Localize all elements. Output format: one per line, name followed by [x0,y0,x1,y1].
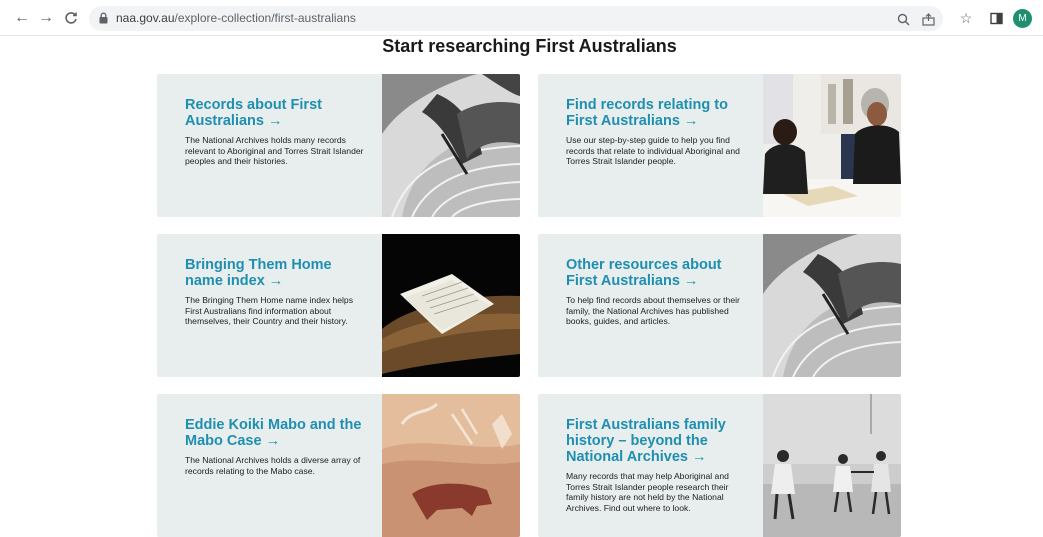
hand-painting-photo [763,234,901,377]
card-title[interactable]: Bringing Them Home name index → [185,257,365,289]
card-eddie-mabo[interactable]: Eddie Koiki Mabo and the Mabo Case → The… [157,394,520,537]
document-on-wooden-dish-photo [382,234,520,377]
star-icon[interactable]: ☆ [958,10,974,26]
hand-painting-photo [382,74,520,217]
card-other-resources[interactable]: Other resources about First Australians … [538,234,901,377]
card-title[interactable]: Other resources about First Australians … [566,257,746,289]
card-title[interactable]: Find records relating to First Australia… [566,97,746,129]
card-description: The National Archives holds a diverse ar… [185,455,361,476]
zoom-icon[interactable] [895,11,911,27]
card-title[interactable]: First Australians family history – beyon… [566,417,746,465]
card-description: The Bringing Them Home name index helps … [185,295,353,327]
card-title[interactable]: Records about First Australians → [185,97,365,129]
card-description: Many records that may help Aboriginal an… [566,471,729,513]
two-women-reviewing-records-photo [763,74,901,217]
profile-avatar[interactable]: M [1013,9,1032,28]
lock-icon [99,12,108,24]
children-walking-photo [763,394,901,537]
card-description: The National Archives holds many records… [185,135,364,167]
page-title: Start researching First Australians [382,36,677,56]
rock-art-photo [382,394,520,537]
browser-toolbar: ← → naa.gov.au/explore-collection/first-… [0,0,1043,36]
card-find-records[interactable]: Find records relating to First Australia… [538,74,901,217]
share-icon[interactable] [920,11,936,27]
card-bringing-them-home[interactable]: Bringing Them Home name index → The Brin… [157,234,520,377]
card-description: Use our step-by-step guide to help you f… [566,135,740,167]
url-text: naa.gov.au/explore-collection/first-aust… [116,11,356,25]
side-panel-icon[interactable] [988,10,1004,26]
card-description: To help find records about themselves or… [566,295,740,327]
url-path: /explore-collection/first-australians [174,11,356,25]
url-host: naa.gov.au [116,11,175,25]
address-bar[interactable]: naa.gov.au/explore-collection/first-aust… [89,6,943,31]
forward-icon[interactable]: → [36,8,56,28]
back-icon[interactable]: ← [12,8,32,28]
card-title[interactable]: Eddie Koiki Mabo and the Mabo Case → [185,417,365,449]
card-records-about-first-australians[interactable]: Records about First Australians → The Na… [157,74,520,217]
reload-icon[interactable] [61,8,81,28]
card-family-history[interactable]: First Australians family history – beyon… [538,394,901,537]
